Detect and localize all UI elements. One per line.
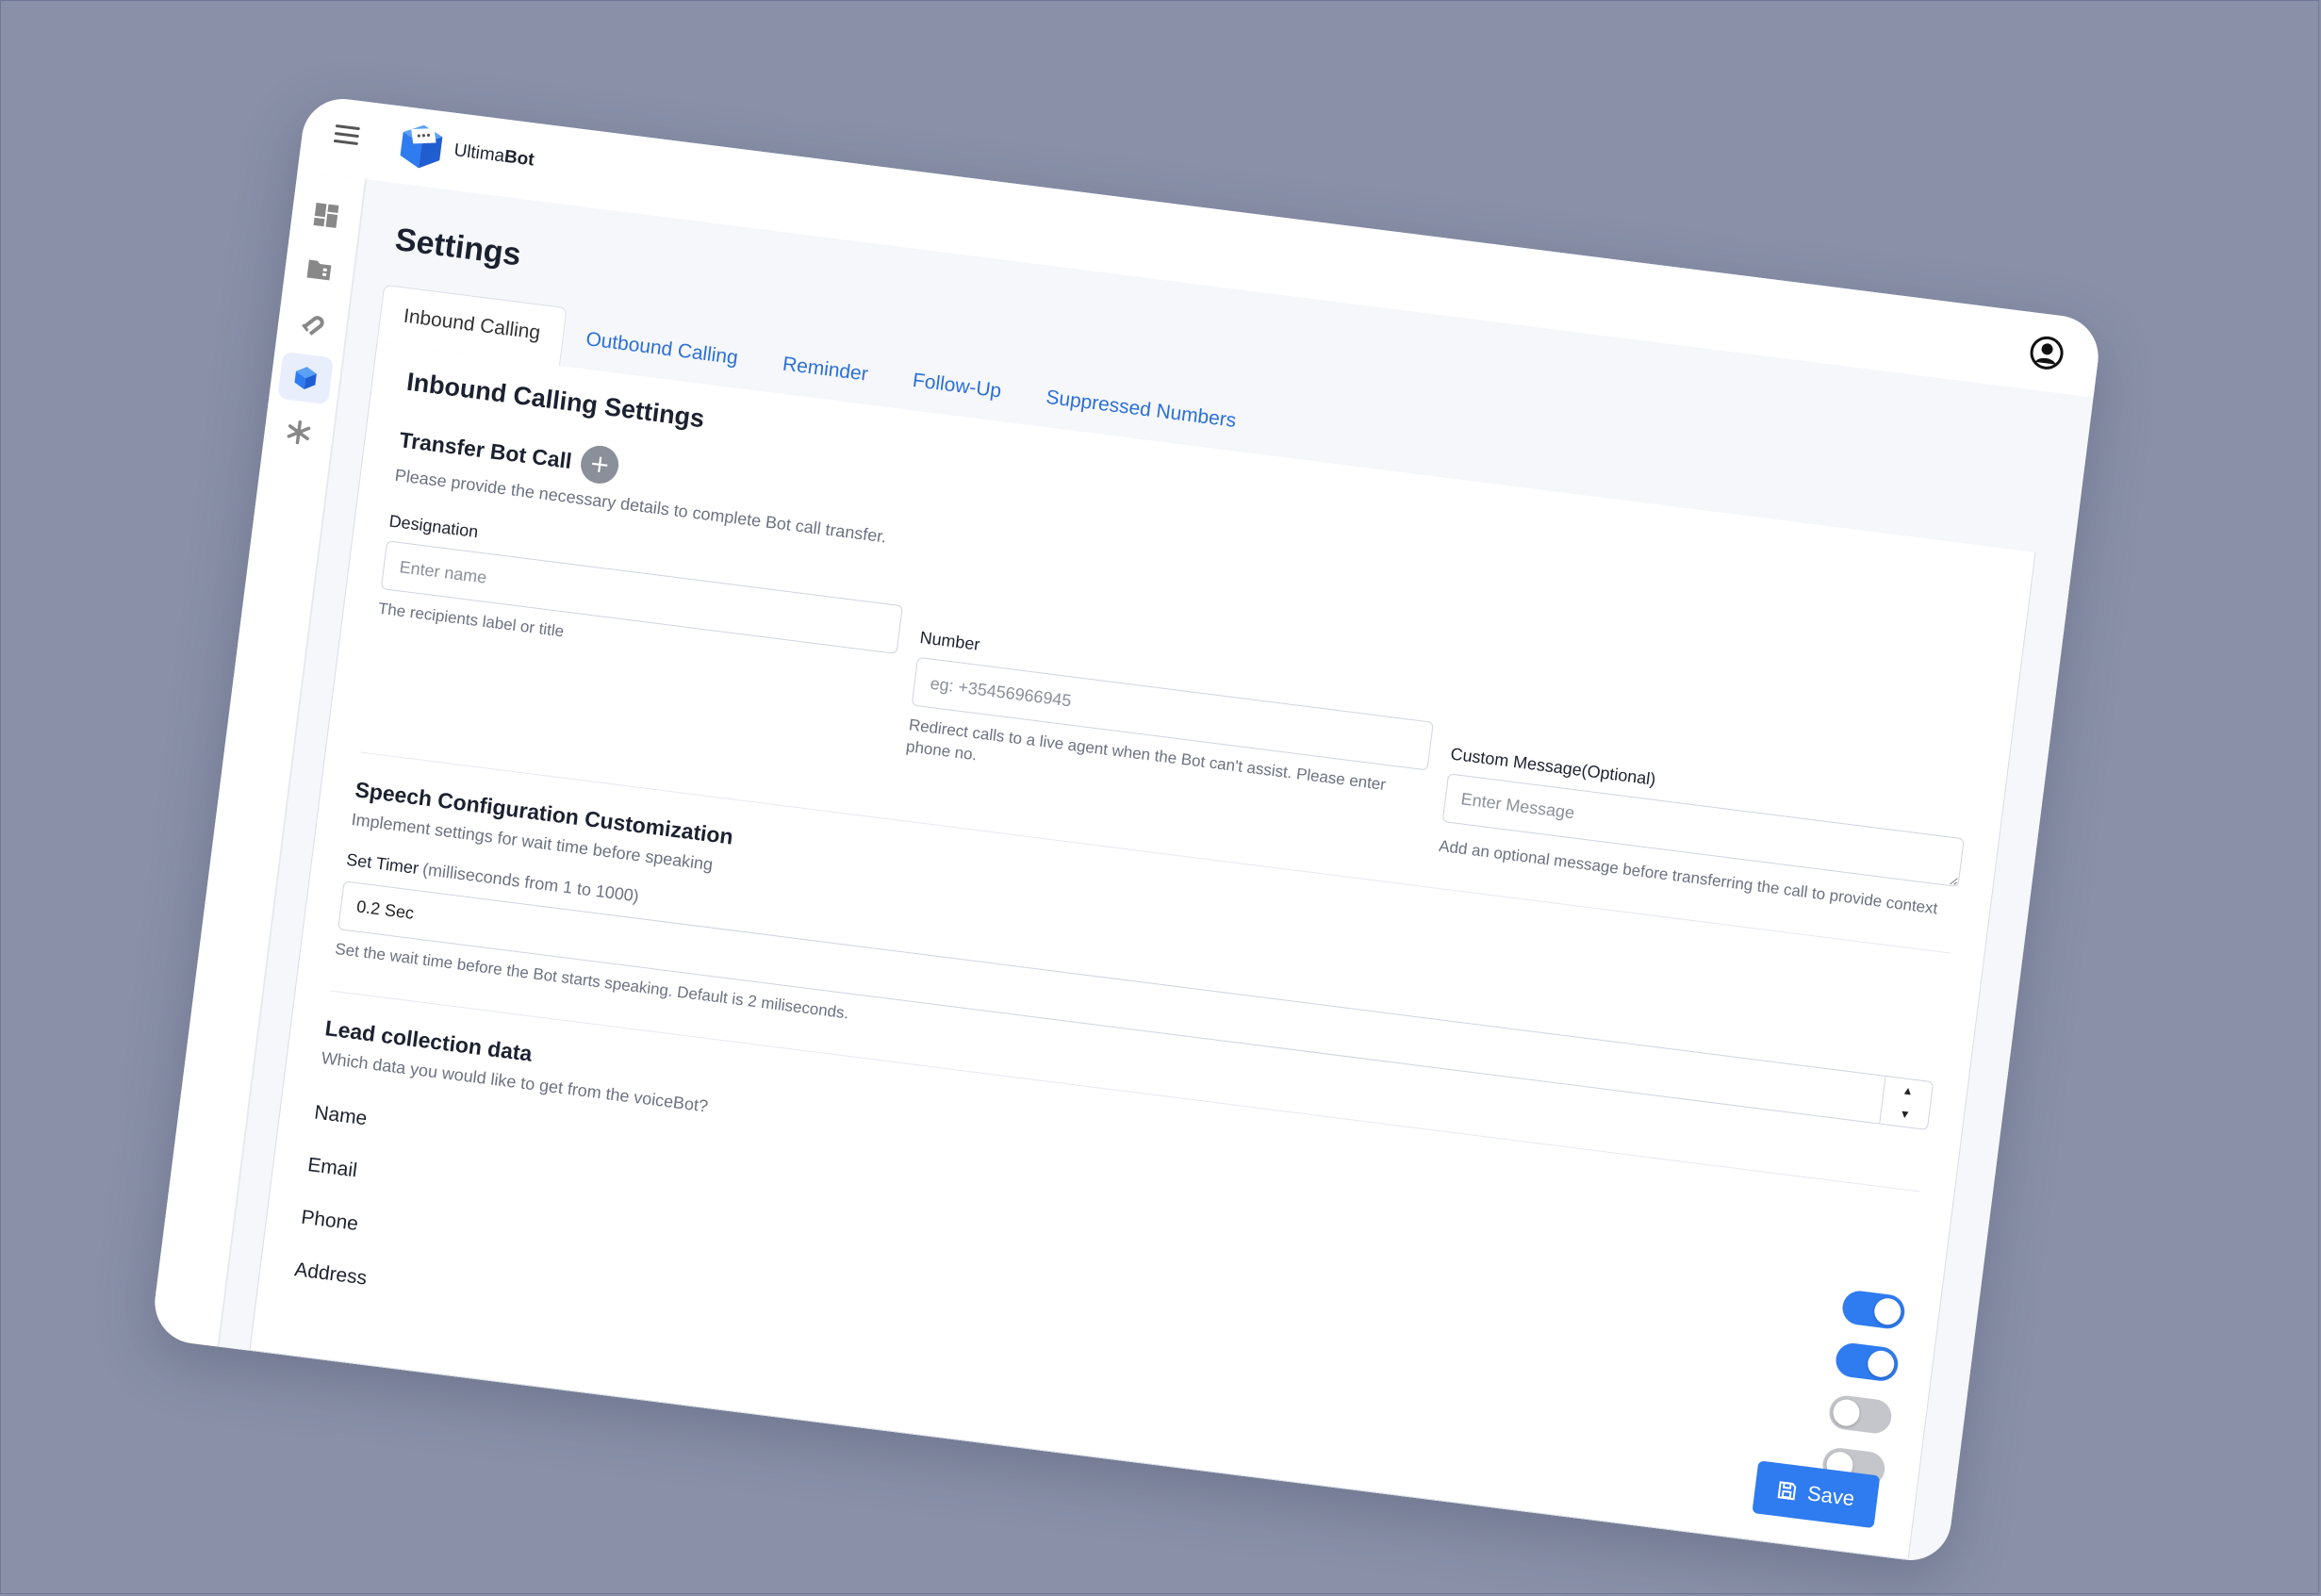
sidebar-item-leads[interactable] [285,297,341,350]
cube-icon [294,367,317,389]
lead-label-email: Email [306,1153,359,1182]
timer-spinner: ▲ ▼ [1879,1076,1934,1129]
dashboard-icon [313,203,339,228]
floppy-disk-icon [1777,1481,1797,1501]
save-label: Save [1805,1481,1856,1511]
folder-icon [306,259,332,281]
brand-logo[interactable]: UltimaBot [395,120,537,186]
toggle-name[interactable] [1840,1289,1907,1331]
timer-label: Set Timer [345,849,420,879]
sidebar-item-files[interactable] [291,243,348,296]
inbound-settings-panel: Inbound Calling Settings Transfer Bot Ca… [249,342,2036,1561]
sidebar-item-integrations[interactable] [271,405,327,458]
designation-group: Designation The recipients label or titl… [364,511,907,786]
transfer-title: Transfer Bot Call [398,426,574,473]
asterisk-icon [287,420,311,445]
cube-logo-icon [400,124,443,169]
user-account-icon[interactable] [2027,333,2066,372]
sidebar-item-dashboard[interactable] [298,189,354,241]
toggle-phone[interactable] [1827,1393,1894,1436]
main-content: Settings Inbound Calling Outbound Callin… [219,179,2094,1566]
lead-label-name: Name [313,1101,369,1130]
custom-message-group: Custom Message(Optional) Add an optional… [1438,745,1968,923]
sidebar-item-bots[interactable] [277,351,335,405]
app-window: UltimaBot Settings Inbound Calling Outbo… [150,93,2103,1566]
number-group: Number Redirect calls to a live agent wh… [900,628,1437,855]
hamburger-menu-icon[interactable] [333,123,360,146]
toggle-email[interactable] [1834,1341,1901,1383]
brand-name: UltimaBot [453,140,535,171]
lead-label-address: Address [293,1259,369,1290]
add-transfer-button[interactable]: + [578,443,621,486]
page-title: Settings [392,221,523,273]
magnet-icon [302,316,324,336]
lead-label-phone: Phone [300,1206,360,1235]
